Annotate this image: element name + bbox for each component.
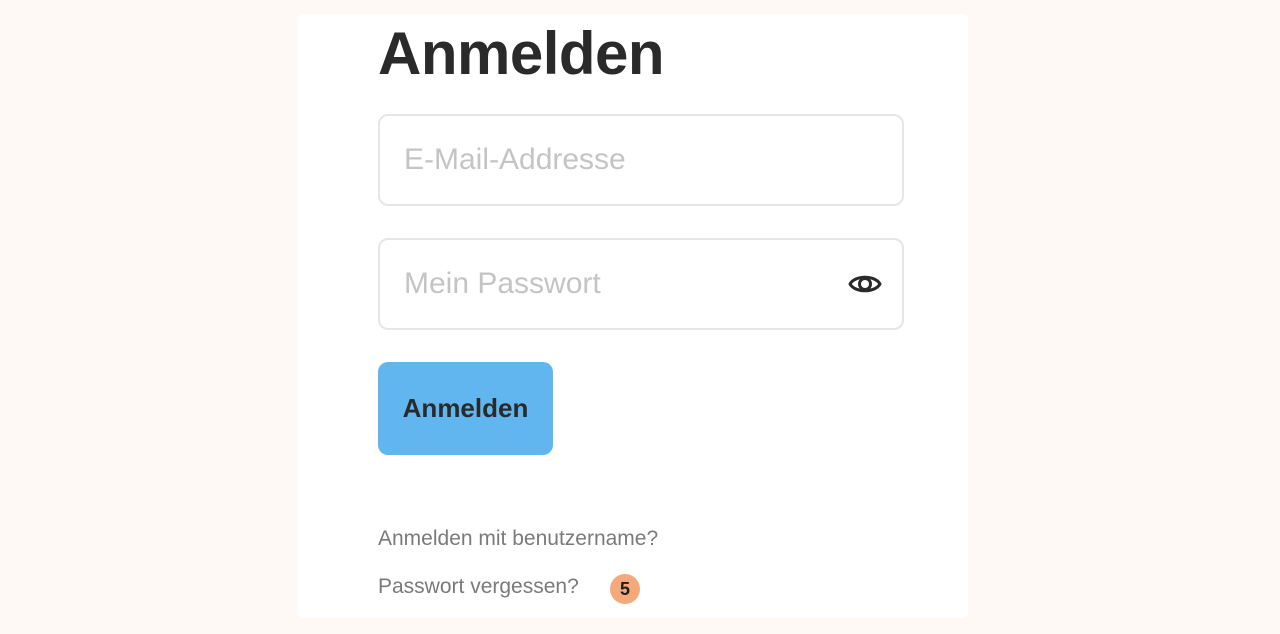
forgot-password-link[interactable]: Passwort vergessen? xyxy=(378,575,579,599)
email-field-container[interactable] xyxy=(378,114,904,206)
login-button[interactable]: Anmelden xyxy=(378,362,553,455)
page-title: Anmelden xyxy=(378,20,665,87)
eye-icon[interactable] xyxy=(848,267,882,301)
login-card: Anmelden Anmelden Anmelden mit benutzern… xyxy=(298,14,968,618)
count-badge: 5 xyxy=(610,574,640,604)
password-input[interactable] xyxy=(404,240,824,328)
email-input[interactable] xyxy=(404,116,824,204)
password-field-container[interactable] xyxy=(378,238,904,330)
username-login-link[interactable]: Anmelden mit benutzername? xyxy=(378,527,658,551)
login-page: Anmelden Anmelden Anmelden mit benutzern… xyxy=(0,0,1280,634)
